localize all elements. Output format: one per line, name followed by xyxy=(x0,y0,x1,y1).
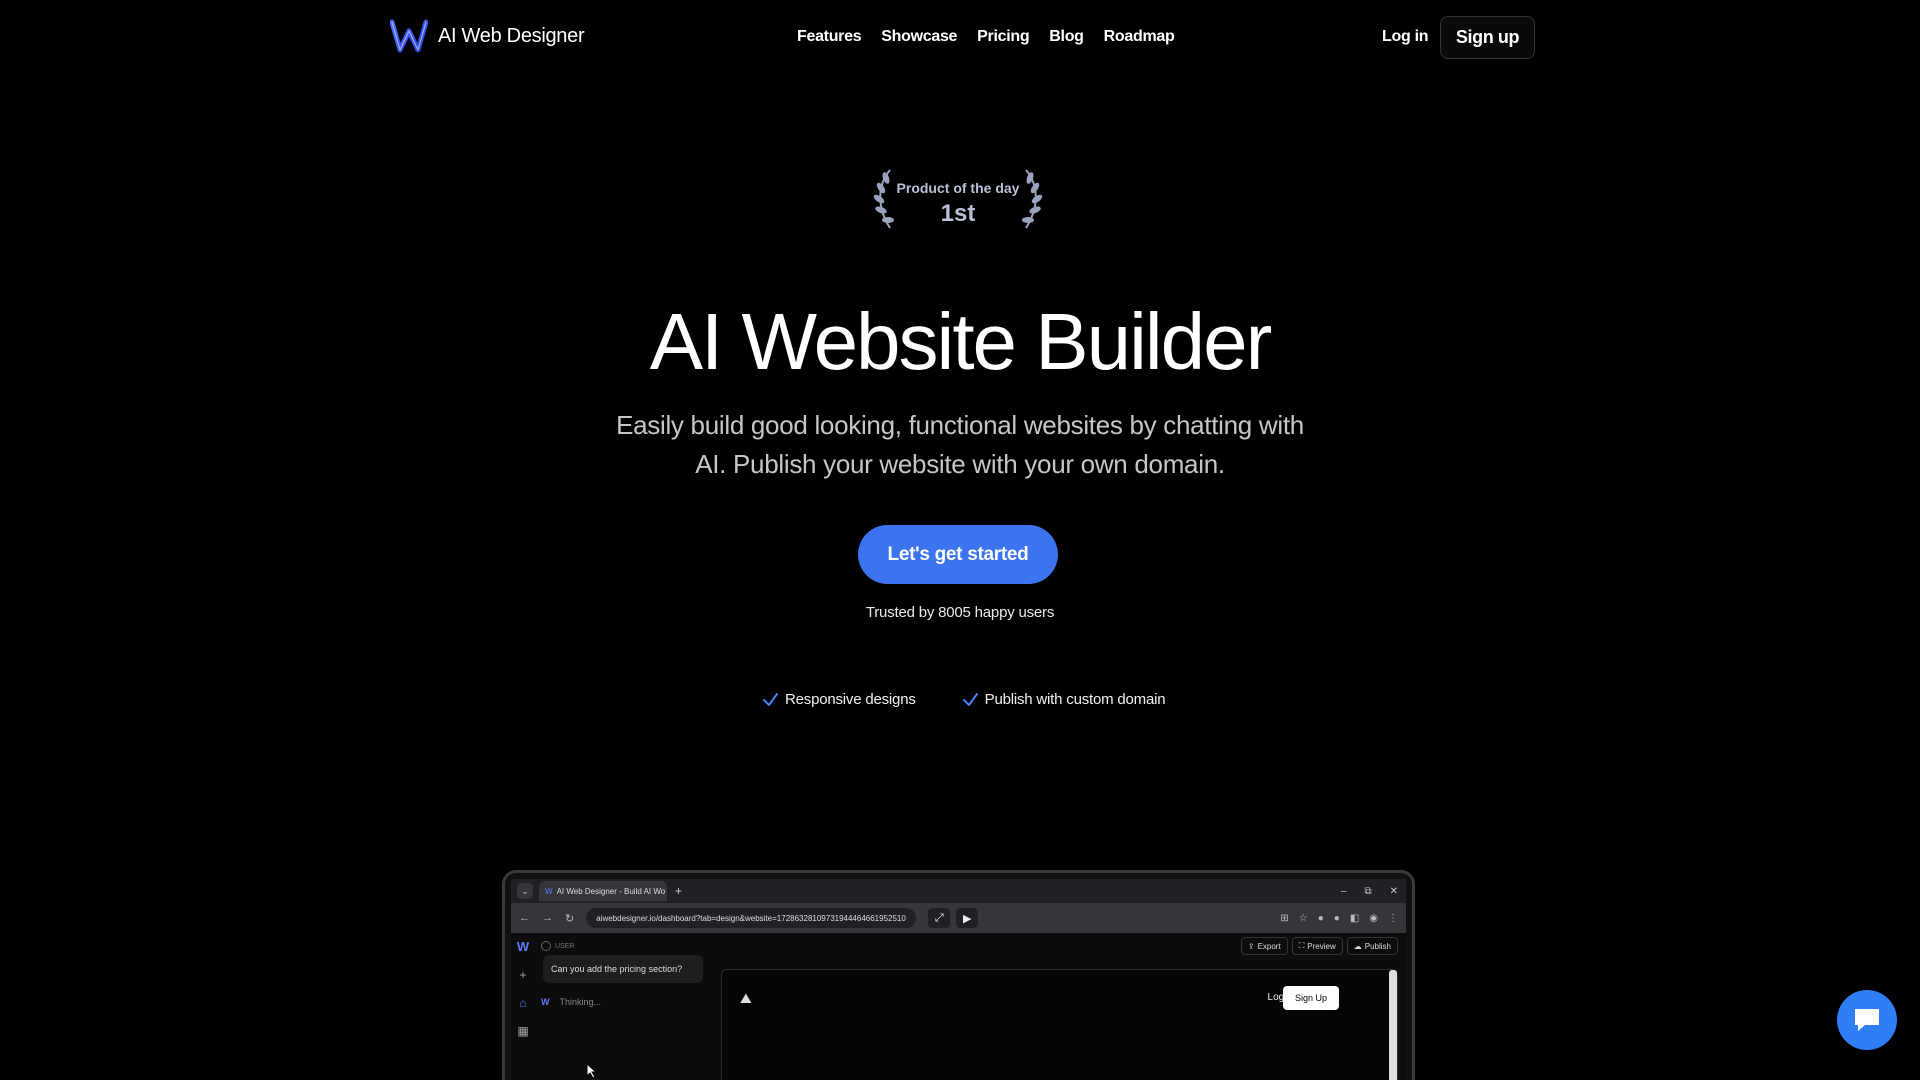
cloud-icon: ☁ xyxy=(1353,941,1362,951)
chat-icon xyxy=(1855,1009,1879,1031)
tab-title: AI Web Designer - Build AI Wo xyxy=(556,886,666,896)
tab-dropdown-icon: ⌄ xyxy=(517,883,533,899)
user-message: Can you add the pricing section? xyxy=(543,955,703,983)
brand-name: AI Web Designer xyxy=(438,24,585,47)
window-controls: – ⧉ ✕ xyxy=(1341,886,1398,897)
browser-tab-bar: ⌄ W AI Web Designer - Build AI Wo ✕ + – … xyxy=(511,879,1406,903)
nav-links: Features Showcase Pricing Blog Roadmap xyxy=(797,28,1175,46)
site-canvas: ⛰ Login Sign Up xyxy=(721,969,1398,1080)
product-preview-frame: ⌄ W AI Web Designer - Build AI Wo ✕ + – … xyxy=(502,870,1415,1080)
app-sidebar: W + ⌂ ▦ xyxy=(511,933,535,1080)
get-started-button[interactable]: Let's get started xyxy=(858,525,1058,584)
new-tab-icon: + xyxy=(675,884,683,898)
back-icon: ← xyxy=(519,912,530,924)
site-logo-icon: ⛰ xyxy=(740,990,752,1006)
url-field: aiwebdesigner.io/dashboard?tab=design&we… xyxy=(586,908,917,928)
forward-icon: → xyxy=(542,912,553,924)
nav-link-roadmap[interactable]: Roadmap xyxy=(1104,28,1175,46)
publish-label: Publish xyxy=(1364,941,1391,951)
feature-item: Responsive designs xyxy=(762,691,916,708)
url-tools: ⤢ ▶ xyxy=(928,908,979,928)
thinking-text: Thinking... xyxy=(559,997,602,1007)
preview-label: Preview xyxy=(1307,941,1336,951)
nav-link-features[interactable]: Features xyxy=(797,28,862,46)
assistant-logo-icon: W xyxy=(541,997,550,1007)
chat-panel: USER Can you add the pricing section? W … xyxy=(541,933,711,1080)
profile-icon: ◉ xyxy=(1369,912,1378,924)
favicon-icon: W xyxy=(545,886,553,896)
user-avatar-icon xyxy=(541,941,551,951)
close-window-icon: ✕ xyxy=(1389,885,1398,897)
extension-icon: ● xyxy=(1333,912,1340,924)
app-actions: ⇪ Export ⛶ Preview ☁ Publish xyxy=(1240,937,1398,955)
feature-item: Publish with custom domain xyxy=(962,691,1166,708)
minimize-icon: – xyxy=(1340,885,1347,897)
record-icon: ▶ xyxy=(956,908,979,928)
hero-subtitle: Easily build good looking, functional we… xyxy=(616,410,1304,479)
app-preview: W + ⌂ ▦ USER Can you add the pricing sec… xyxy=(511,933,1406,1080)
brand-logo-link[interactable]: AI Web Designer xyxy=(390,19,585,53)
canvas-scrollbar xyxy=(1389,970,1397,1080)
browser-extensions: ⊞ ☆ ● ● ◧ ◉ ⋮ xyxy=(1280,913,1398,924)
export-icon: ⇪ xyxy=(1247,941,1255,951)
puzzle-icon: ◧ xyxy=(1349,912,1360,924)
checkmark-icon xyxy=(962,693,978,706)
app-logo-icon: W xyxy=(516,939,530,954)
star-icon: ☆ xyxy=(1298,912,1308,924)
laurel-right-icon xyxy=(1022,169,1043,229)
screenshot-icon: ⤢ xyxy=(928,908,951,928)
restore-icon: ⧉ xyxy=(1364,885,1372,897)
trusted-by-text: Trusted by 8005 happy users xyxy=(865,604,1055,621)
mouse-cursor-icon xyxy=(586,1063,598,1079)
export-button: ⇪ Export xyxy=(1240,937,1288,955)
browser-tab: W AI Web Designer - Build AI Wo ✕ xyxy=(539,881,667,901)
home-icon: ⌂ xyxy=(519,996,527,1010)
expand-icon: ⛶ xyxy=(1298,941,1305,950)
chat-user-header: USER xyxy=(541,941,574,951)
feature-list: Responsive designs Publish with custom d… xyxy=(762,691,1166,708)
menu-icon: ⋮ xyxy=(1388,912,1398,924)
extension-icon: ● xyxy=(1317,912,1324,924)
hero-title: AI Website Builder xyxy=(649,297,1273,386)
plus-icon: + xyxy=(519,968,527,982)
signup-button[interactable]: Sign up xyxy=(1440,16,1535,59)
checkmark-icon xyxy=(763,693,778,706)
publish-button: ☁ Publish xyxy=(1346,937,1398,955)
nav-link-blog[interactable]: Blog xyxy=(1049,28,1084,46)
translate-icon: ⊞ xyxy=(1280,912,1289,924)
export-label: Export xyxy=(1257,941,1281,951)
nav-link-pricing[interactable]: Pricing xyxy=(977,28,1029,46)
site-signup-button: Sign Up xyxy=(1283,986,1339,1010)
user-label: USER xyxy=(555,942,575,950)
top-navigation: AI Web Designer Features Showcase Pricin… xyxy=(0,0,1920,76)
feature-label: Publish with custom domain xyxy=(984,691,1166,708)
login-link[interactable]: Log in xyxy=(1382,28,1428,46)
nav-link-showcase[interactable]: Showcase xyxy=(881,28,957,46)
browser-url-bar: ← → ↻ aiwebdesigner.io/dashboard?tab=des… xyxy=(511,903,1406,933)
support-chat-button[interactable] xyxy=(1837,990,1897,1050)
preview-button: ⛶ Preview xyxy=(1291,937,1343,955)
assistant-status: W Thinking... xyxy=(541,997,601,1007)
grid-icon: ▦ xyxy=(517,1024,529,1038)
reload-icon: ↻ xyxy=(565,912,575,925)
product-of-the-day-badge: Product of the day 1st xyxy=(868,166,1048,232)
feature-label: Responsive designs xyxy=(785,691,916,708)
w-logo-icon xyxy=(390,19,428,53)
